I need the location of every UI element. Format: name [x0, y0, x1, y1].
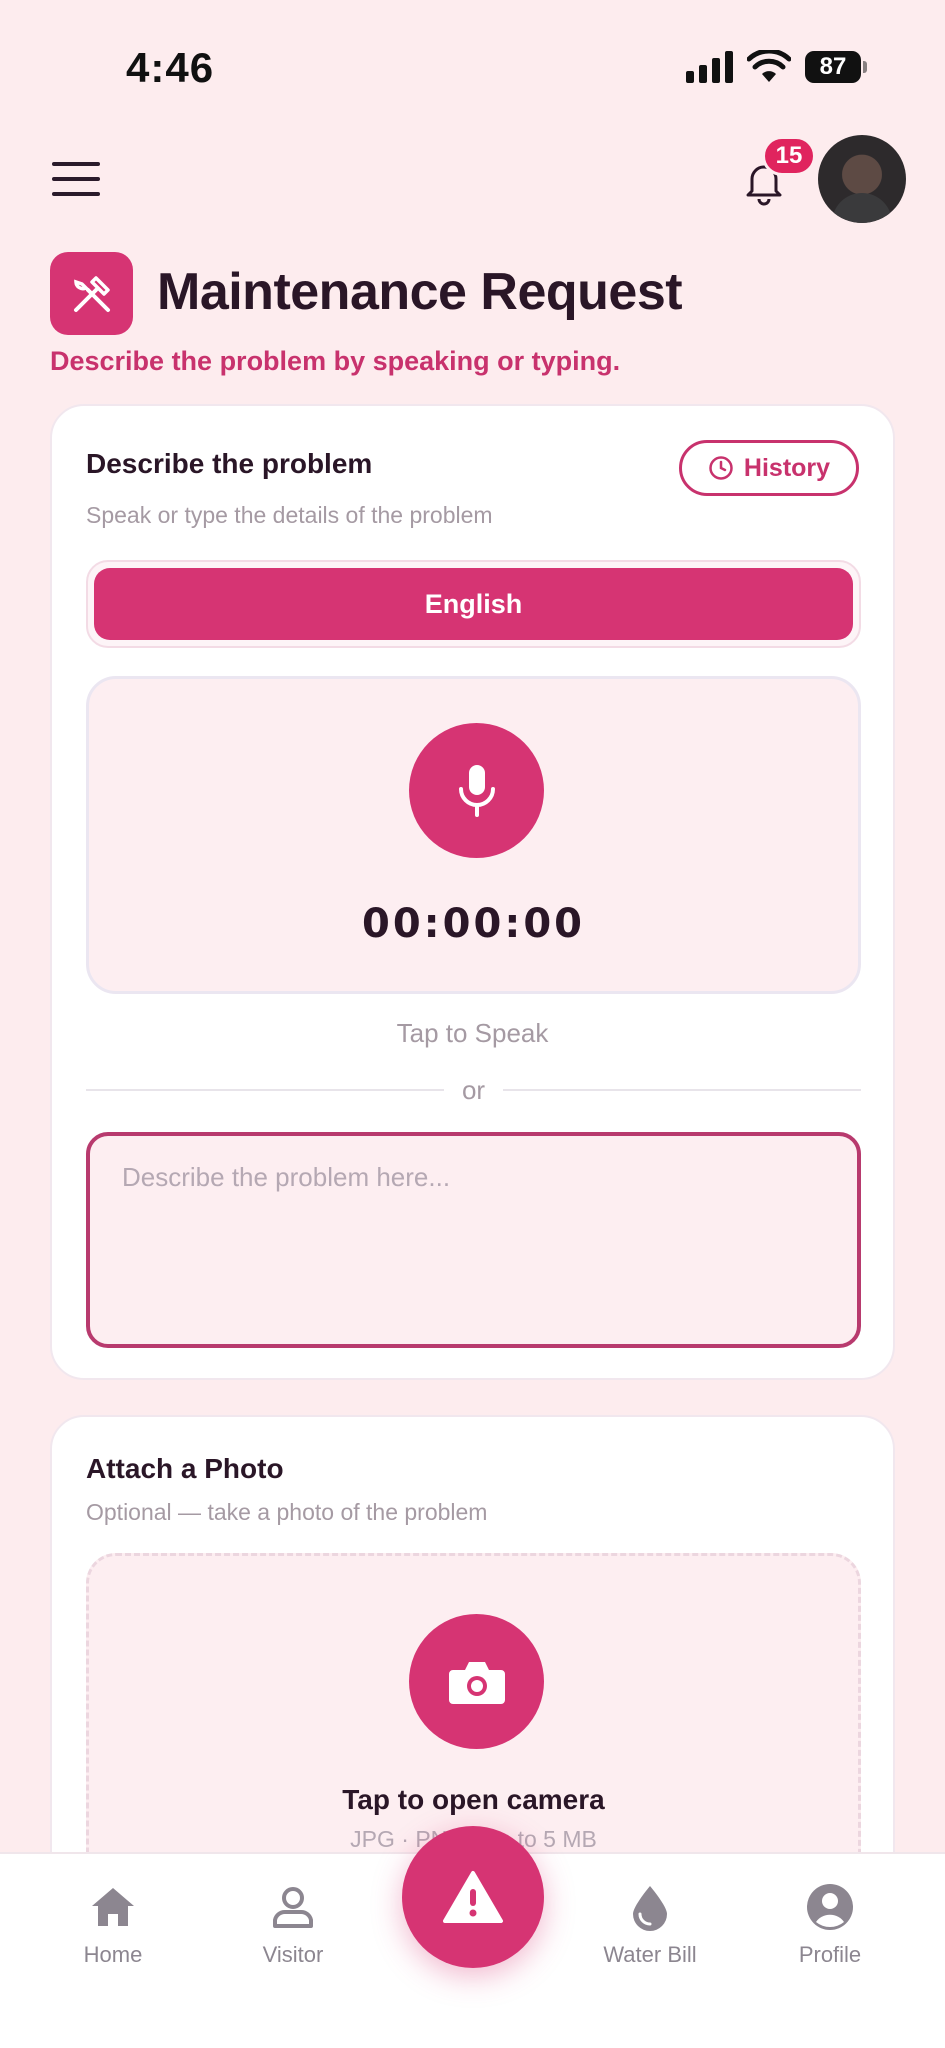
camera-icon	[448, 1661, 505, 1704]
page-title: Maintenance Request	[157, 263, 683, 321]
page-subtitle: Describe the problem by speaking or typi…	[50, 346, 621, 376]
language-selector: English	[86, 560, 861, 648]
history-label: History	[743, 453, 831, 482]
voice-recorder: 00:00:00	[86, 676, 861, 994]
or-divider: or	[86, 1072, 861, 1108]
nav-label: Water Bill	[603, 1942, 697, 1967]
nav-label: Visitor	[262, 1942, 324, 1967]
nav-item-profile[interactable]: Profile	[765, 1882, 895, 1968]
wifi-icon	[747, 50, 791, 82]
cellular-signal-icon	[686, 51, 733, 83]
tools-icon	[50, 252, 133, 335]
history-button[interactable]: History	[679, 440, 859, 496]
home-icon	[92, 1888, 134, 1926]
avatar[interactable]	[818, 135, 906, 223]
microphone-icon	[458, 764, 495, 817]
camera-button[interactable]	[409, 1614, 544, 1749]
language-option-english[interactable]: English	[94, 568, 853, 640]
card-title: Attach a Photo	[86, 1453, 284, 1484]
tap-to-speak-label: Tap to Speak	[396, 1018, 549, 1048]
profile-icon	[807, 1884, 853, 1930]
hamburger-menu-icon[interactable]	[52, 162, 100, 196]
battery-level: 87	[805, 51, 861, 83]
status-time: 4:46	[126, 44, 215, 91]
nav-item-visitor[interactable]: Visitor	[228, 1882, 358, 1968]
nav-label: Home	[83, 1942, 143, 1967]
or-text: or	[461, 1074, 486, 1105]
card-hint: Speak or type the details of the problem	[86, 502, 493, 528]
recording-timer: 00:00:00	[362, 901, 585, 947]
card-title: Describe the problem	[86, 448, 373, 479]
status-icons: 87	[686, 50, 867, 84]
water-drop-icon	[633, 1886, 667, 1931]
nav-item-water-bill[interactable]: Water Bill	[585, 1882, 715, 1968]
nav-item-home[interactable]: Home	[48, 1882, 178, 1968]
describe-problem-card: Describe the problem Speak or type the d…	[50, 404, 895, 1380]
status-bar: 4:46 87	[0, 0, 945, 120]
card-hint: Optional — take a photo of the problem	[86, 1499, 488, 1525]
battery-icon: 87	[805, 51, 867, 83]
record-button[interactable]	[409, 723, 544, 858]
clock-icon	[709, 456, 733, 480]
notification-badge: 15	[762, 136, 816, 176]
camera-label: Tap to open camera	[342, 1784, 605, 1815]
problem-description-input[interactable]	[86, 1132, 861, 1348]
user-icon	[273, 1887, 313, 1928]
warning-icon	[443, 1871, 503, 1923]
nav-label: Profile	[798, 1942, 862, 1967]
report-issue-button[interactable]	[402, 1826, 544, 1968]
